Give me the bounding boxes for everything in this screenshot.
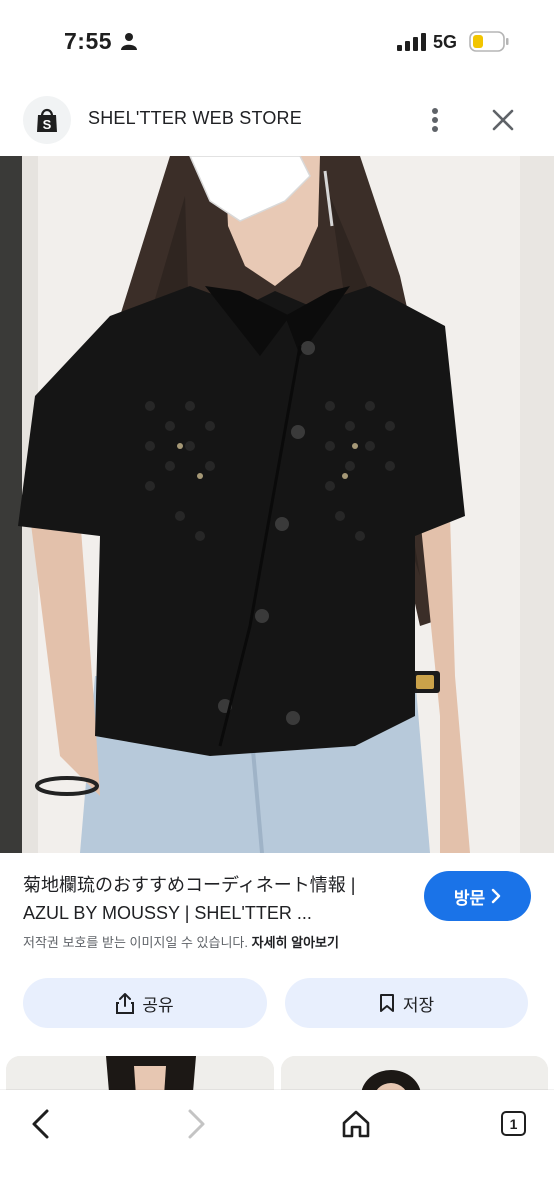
- result-title-line1: 菊地欄琉のおすすめコーディネート情報 |: [23, 875, 356, 895]
- save-button[interactable]: 저장: [285, 978, 528, 1028]
- copyright-notice: 저작권 보호를 받는 이미지일 수 있습니다. 자세히 알아보기: [23, 932, 339, 951]
- status-time: 7:55: [64, 28, 113, 54]
- chevron-right-icon: [491, 888, 501, 904]
- share-button[interactable]: 공유: [23, 978, 267, 1028]
- visit-button[interactable]: 방문: [424, 871, 531, 921]
- tabs-button[interactable]: 1: [492, 1102, 536, 1146]
- copyright-text: 저작권 보호를 받는 이미지일 수 있습니다.: [23, 935, 248, 950]
- share-label: 공유: [142, 995, 174, 1015]
- bottom-nav: 1: [0, 1090, 554, 1200]
- more-button[interactable]: [421, 102, 449, 138]
- home-icon: [342, 1110, 370, 1138]
- tabs-icon: 1: [501, 1111, 526, 1136]
- forward-icon: [188, 1109, 205, 1139]
- tab-count: 1: [509, 1115, 518, 1132]
- status-bar: 7:55 5G: [0, 0, 554, 84]
- close-button[interactable]: [487, 103, 519, 137]
- shopping-bag-icon: S: [37, 108, 57, 132]
- save-label: 저장: [402, 995, 435, 1015]
- person-icon: [121, 33, 137, 50]
- bookmark-icon: [379, 994, 394, 1012]
- site-logo[interactable]: S: [23, 96, 71, 144]
- forward-button[interactable]: [175, 1102, 219, 1146]
- learn-more-link[interactable]: 자세히 알아보기: [252, 935, 339, 950]
- close-icon: [492, 109, 514, 131]
- site-name[interactable]: SHEL'TTER WEB STORE: [88, 108, 302, 129]
- back-button[interactable]: [18, 1102, 62, 1146]
- more-vert-icon: [432, 108, 438, 132]
- battery-icon: [469, 31, 509, 52]
- home-button[interactable]: [334, 1102, 378, 1146]
- result-title[interactable]: 菊地欄琉のおすすめコーディネート情報 | AZUL BY MOUSSY | SH…: [23, 871, 408, 927]
- back-icon: [32, 1109, 49, 1139]
- visit-label: 방문: [453, 888, 486, 908]
- result-title-line2: AZUL BY MOUSSY | SHEL'TTER ...: [23, 903, 312, 923]
- logo-letter: S: [43, 117, 52, 132]
- share-icon: [116, 993, 135, 1014]
- signal-icon: [397, 33, 426, 51]
- site-header: S SHEL'TTER WEB STORE: [0, 84, 554, 156]
- network-label: 5G: [433, 32, 458, 52]
- main-image[interactable]: [0, 156, 554, 853]
- result-info: 菊地欄琉のおすすめコーディネート情報 | AZUL BY MOUSSY | SH…: [0, 853, 554, 968]
